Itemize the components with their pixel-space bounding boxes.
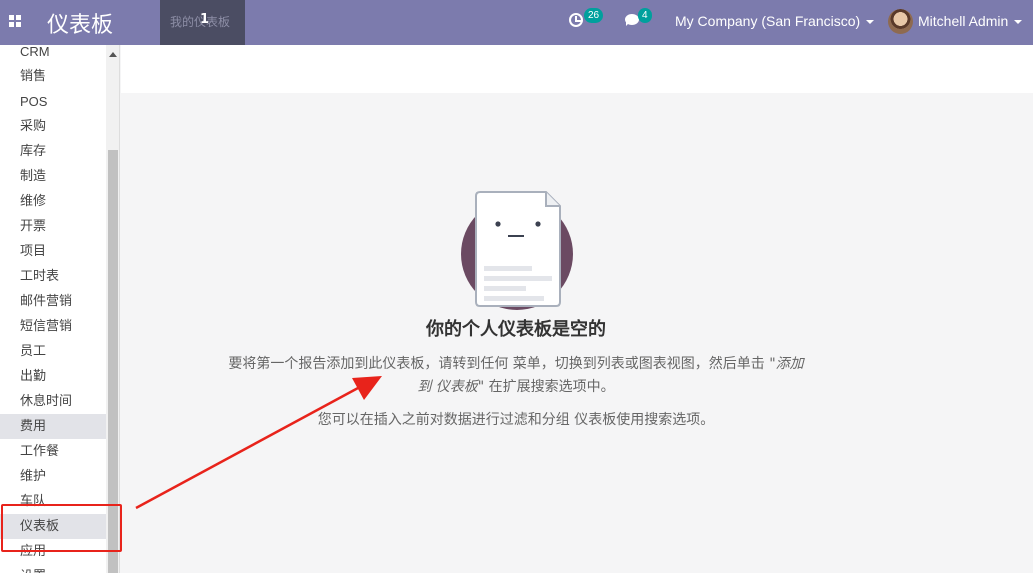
control-panel <box>121 45 1033 93</box>
empty-state-hint: 要将第一个报告添加到此仪表板，请转到任何 菜单，切换到列表或图表视图，然后单击 … <box>121 353 911 399</box>
chat-bubble-icon <box>625 14 639 26</box>
hint-text-1: 要将第一个报告添加到此仪表板，请转到任何 菜单，切换到列表或图表视图，然后单击 … <box>228 356 776 372</box>
sidebar-item-email-marketing[interactable]: 邮件营销 <box>0 289 106 314</box>
user-menu[interactable]: Mitchell Admin <box>918 13 1023 29</box>
top-navbar: 仪表板 我的仪表板 1 26 4 My Company (San Francis… <box>0 0 1033 45</box>
message-count-badge: 4 <box>638 8 652 23</box>
sidebar-item-timesheet[interactable]: 工时表 <box>0 264 106 289</box>
hint-emphasis-2: 到 仪表板 <box>417 379 478 395</box>
sidebar-item-pos[interactable]: POS <box>0 89 106 114</box>
hint-emphasis-1: 添加 <box>775 356 804 372</box>
activity-count-badge: 26 <box>584 8 604 23</box>
text-cursor: 1 <box>200 12 210 27</box>
tab-my-dashboard[interactable]: 我的仪表板 1 <box>160 0 245 45</box>
caret-down-icon <box>866 20 875 25</box>
company-name: My Company (San Francisco) <box>675 13 861 29</box>
caret-down-icon <box>1014 20 1023 25</box>
sidebar-item-sms-marketing[interactable]: 短信营销 <box>0 314 106 339</box>
sidebar-item-employees[interactable]: 员工 <box>0 339 106 364</box>
sidebar-item-repair[interactable]: 维修 <box>0 189 106 214</box>
sidebar-item-attendance[interactable]: 出勤 <box>0 364 106 389</box>
avatar[interactable] <box>888 9 913 34</box>
sidebar-item-time-off[interactable]: 休息时间 <box>0 389 106 414</box>
sidebar-item-lunch[interactable]: 工作餐 <box>0 439 106 464</box>
dashboard-content: 你的个人仪表板是空的 要将第一个报告添加到此仪表板，请转到任何 菜单，切换到列表… <box>121 93 1033 573</box>
scroll-up-arrow-icon[interactable] <box>109 52 117 57</box>
sidebar: CRM 销售 POS 采购 库存 制造 维修 开票 项目 工时表 邮件营销 短信… <box>0 45 120 573</box>
app-title: 仪表板 <box>47 13 114 38</box>
apps-grid-icon[interactable] <box>9 15 22 28</box>
empty-state-hint-secondary: 您可以在插入之前对数据进行过滤和分组 仪表板使用搜索选项。 <box>317 412 715 428</box>
sidebar-item-purchase[interactable]: 采购 <box>0 114 106 139</box>
activity-clock-icon <box>569 13 583 27</box>
sidebar-item-sales[interactable]: 销售 <box>0 64 106 89</box>
annotation-highlight-box <box>1 504 122 552</box>
sidebar-scrollbar[interactable] <box>106 45 119 573</box>
sidebar-item-maintenance[interactable]: 维护 <box>0 464 106 489</box>
empty-state-title: 你的个人仪表板是空的 <box>426 319 606 340</box>
user-name: Mitchell Admin <box>918 13 1009 29</box>
sidebar-item-expenses[interactable]: 费用 <box>0 414 106 439</box>
sidebar-item-crm[interactable]: CRM <box>0 45 106 64</box>
company-switcher[interactable]: My Company (San Francisco) <box>675 13 875 29</box>
hint-text-2: " 在扩展搜索选项中。 <box>477 379 615 395</box>
sidebar-item-manufacturing[interactable]: 制造 <box>0 164 106 189</box>
sidebar-item-settings[interactable]: 设置 <box>0 564 106 573</box>
sidebar-item-invoicing[interactable]: 开票 <box>0 214 106 239</box>
empty-document-icon <box>461 191 573 310</box>
sidebar-item-inventory[interactable]: 库存 <box>0 139 106 164</box>
sidebar-item-project[interactable]: 项目 <box>0 239 106 264</box>
